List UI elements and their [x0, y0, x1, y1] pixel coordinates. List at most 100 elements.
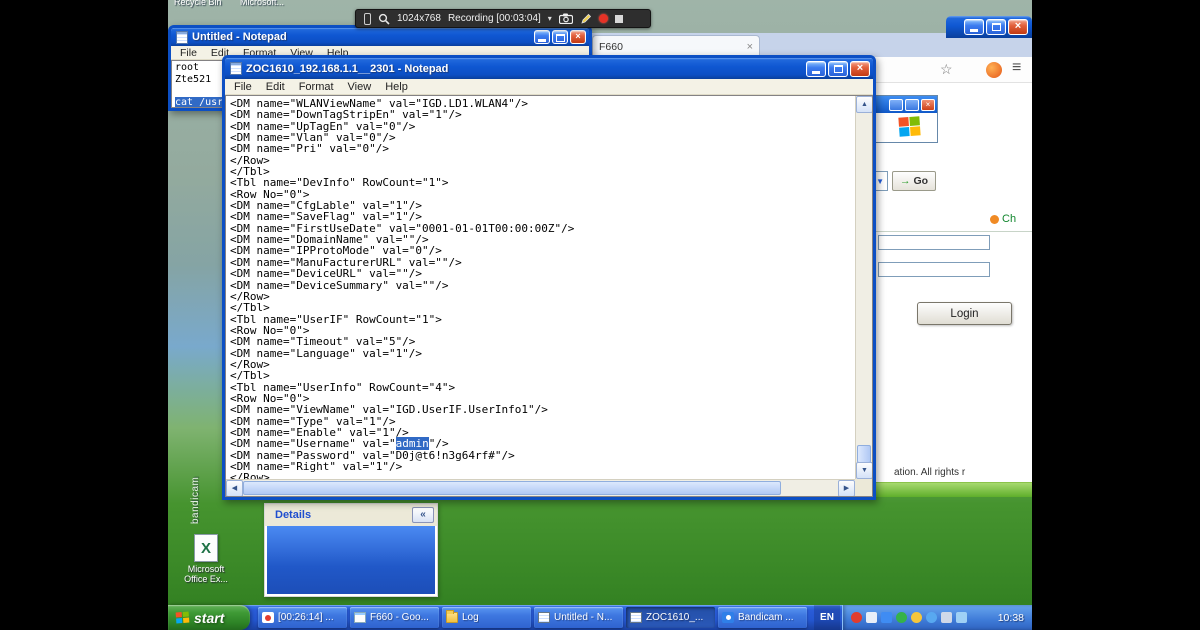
horizontal-scrollbar[interactable]: ◀ ▶: [226, 479, 855, 496]
taskbar-button[interactable]: Log: [442, 607, 531, 628]
taskbar-button-label: [00:26:14] ...: [278, 612, 334, 623]
close-button[interactable]: ×: [921, 98, 935, 111]
scrollbar-thumb[interactable]: [857, 445, 871, 463]
browser-tab-f660[interactable]: F660 ×: [592, 35, 760, 57]
taskbar-button[interactable]: F660 - Goo...: [350, 607, 439, 628]
notepad-icon: [176, 30, 188, 44]
desktop-icon-label-microsoft[interactable]: Microsoft...: [240, 0, 284, 7]
maximize-button[interactable]: [905, 98, 919, 111]
scroll-up-arrow[interactable]: ▲: [856, 96, 872, 113]
text-line: </Row>: [230, 289, 270, 303]
tray-usb-icon[interactable]: [941, 612, 952, 623]
menu-format[interactable]: Format: [292, 81, 341, 93]
taskbar-button[interactable]: ZOC1610_...: [626, 607, 715, 628]
rec-timer-icon: [262, 612, 274, 623]
close-button[interactable]: ×: [850, 60, 870, 77]
tray-volume-icon[interactable]: [866, 612, 877, 623]
language-link[interactable]: Ch: [990, 213, 1016, 225]
maximize-button[interactable]: [828, 60, 848, 77]
minimize-button[interactable]: [889, 98, 903, 111]
start-button[interactable]: start: [168, 605, 250, 630]
menu-view[interactable]: View: [341, 81, 379, 93]
desktop-icon-excel[interactable]: X Microsoft Office Ex...: [174, 534, 238, 584]
scroll-down-arrow[interactable]: ▼: [856, 462, 872, 479]
tray-recording-icon[interactable]: [851, 612, 862, 623]
taskbar-button[interactable]: [00:26:14] ...: [258, 607, 347, 628]
minimize-button[interactable]: [534, 30, 550, 44]
text-line: <DM name="Timeout" val="5"/>: [230, 335, 416, 349]
window-titlebar[interactable]: ZOC1610_192.168.1.1__2301 - Notepad ×: [225, 58, 873, 79]
excel-label-line2: Office Ex...: [184, 574, 228, 584]
scrollbar-thumb[interactable]: [243, 481, 781, 495]
language-indicator[interactable]: EN: [814, 605, 840, 630]
close-button[interactable]: ×: [570, 30, 586, 44]
vertical-scrollbar[interactable]: ▲ ▼: [855, 96, 872, 479]
window-title: ZOC1610_192.168.1.1__2301 - Notepad: [246, 62, 449, 75]
tray-messenger-icon[interactable]: [926, 612, 937, 623]
browser-menu-icon[interactable]: ≡: [1012, 59, 1021, 77]
pencil-icon[interactable]: [580, 13, 592, 25]
close-button[interactable]: ×: [1008, 19, 1028, 35]
taskbar-button[interactable]: Untitled - N...: [534, 607, 623, 628]
details-toggle-button[interactable]: «: [412, 507, 434, 523]
maximize-button[interactable]: [552, 30, 568, 44]
text-line: <Tbl name="UserIF" RowCount="1">: [230, 312, 442, 326]
text-line: <DM name="ViewName" val="IGD.UserIF.User…: [230, 403, 548, 417]
desktop-icon-label-recycle-bin[interactable]: Recycle Bin: [174, 0, 222, 7]
tray-battery-icon[interactable]: [956, 612, 967, 623]
scroll-right-arrow[interactable]: ▶: [838, 480, 855, 496]
go-label: Go: [913, 175, 929, 187]
go-arrow-icon: →: [899, 175, 911, 187]
menu-file[interactable]: File: [227, 81, 259, 93]
scroll-left-arrow[interactable]: ◀: [226, 480, 243, 496]
webpage-icon: [354, 612, 366, 623]
device-icon[interactable]: [364, 12, 371, 25]
camera-icon[interactable]: [558, 13, 573, 24]
text-line: </Tbl>: [230, 369, 270, 383]
menu-file[interactable]: File: [173, 47, 204, 59]
login-button[interactable]: Login: [917, 302, 1012, 325]
text-line: <DM name="DownTagStripEn" val="1"/>: [230, 108, 462, 122]
tray-antivirus-icon[interactable]: [896, 612, 907, 623]
bandicam-window-edge-label: bandicam: [190, 476, 201, 524]
browser-logo-icon[interactable]: [986, 62, 1002, 78]
maximize-button[interactable]: [986, 19, 1006, 35]
details-header: Details «: [265, 504, 437, 526]
record-button[interactable]: [598, 14, 608, 23]
clock[interactable]: 10:38: [998, 612, 1024, 624]
login-username-field[interactable]: [878, 235, 990, 250]
windows-logo-icon: [898, 116, 921, 137]
document-text: <DM name="WLANViewName" val="IGD.LD1.WLA…: [226, 96, 855, 479]
background-window-titlebar[interactable]: ×: [946, 16, 1032, 38]
go-button[interactable]: → Go: [892, 171, 936, 191]
window-title: Untitled - Notepad: [192, 31, 287, 43]
notepad-text-area[interactable]: <DM name="WLANViewName" val="IGD.LD1.WLA…: [225, 95, 873, 497]
magnifier-icon[interactable]: [378, 13, 390, 25]
selected-command-text: cat /usr: [175, 96, 224, 108]
window-titlebar[interactable]: Untitled - Notepad ×: [171, 28, 589, 46]
page-footer-bar: [872, 482, 1032, 497]
taskbar-button-label: F660 - Goo...: [370, 612, 429, 623]
notepad-icon: [538, 612, 550, 623]
desktop-screen: Recycle Bin Microsoft... bandicam X Micr…: [168, 0, 1032, 630]
bookmark-star-icon[interactable]: ☆: [940, 61, 953, 78]
login-password-field[interactable]: [878, 262, 990, 277]
notepad-icon: [630, 612, 642, 623]
dropdown-arrow-icon[interactable]: ▾: [548, 14, 552, 23]
taskbar-button[interactable]: Bandicam ...: [718, 607, 807, 628]
text-line: <DM name="Language" val="1"/>: [230, 346, 423, 360]
tray-icons: [851, 612, 967, 623]
dialog-body: [873, 113, 937, 142]
tray-network-icon[interactable]: [881, 612, 892, 623]
menu-help[interactable]: Help: [378, 81, 415, 93]
bandicam-recording-bar: 1024x768 Recording [00:03:04] ▾: [355, 9, 651, 28]
minimize-button[interactable]: [964, 19, 984, 35]
menu-edit[interactable]: Edit: [259, 81, 292, 93]
stop-button[interactable]: [614, 14, 623, 23]
tab-close-icon[interactable]: ×: [747, 41, 753, 53]
tray-update-icon[interactable]: [911, 612, 922, 623]
divider: [872, 231, 1032, 232]
minimize-button[interactable]: [806, 60, 826, 77]
dialog-titlebar[interactable]: ×: [873, 96, 937, 113]
taskbar-button-label: Log: [462, 612, 479, 623]
